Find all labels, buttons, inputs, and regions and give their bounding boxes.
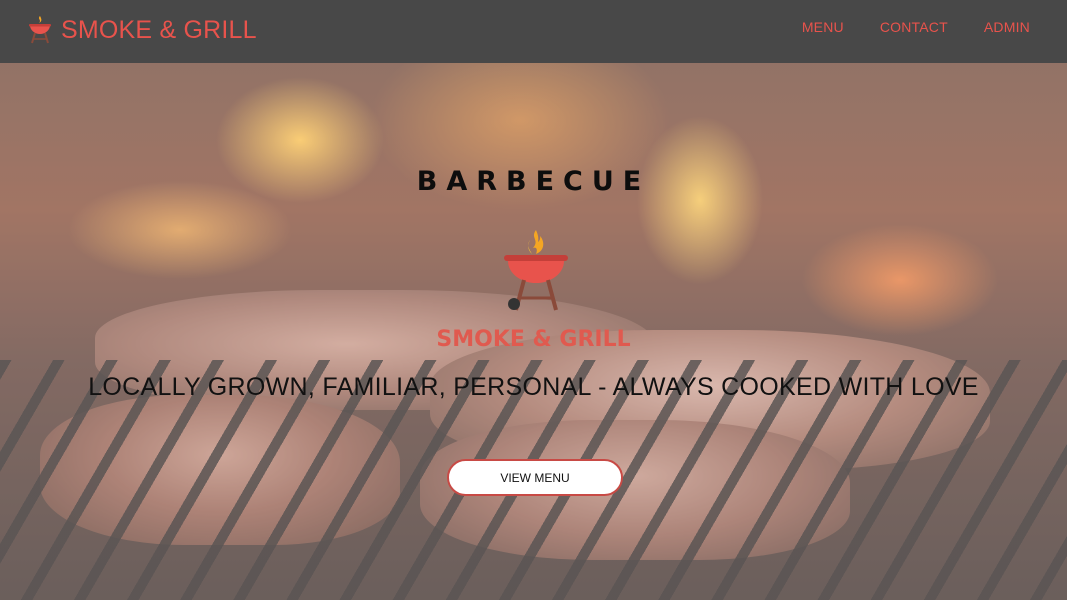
hero-tagline: LOCALLY GROWN, FAMILIAR, PERSONAL - ALWA…: [88, 373, 979, 401]
nav-links: MENU CONTACT ADMIN: [802, 19, 1030, 35]
hero-brand-name: SMOKE & GRILL: [436, 327, 631, 352]
nav-link-menu[interactable]: MENU: [802, 19, 844, 35]
hero-kicker: BARBECUE: [416, 166, 651, 197]
nav-link-admin[interactable]: ADMIN: [984, 19, 1030, 35]
brand-name: SMOKE & GRILL: [61, 15, 257, 44]
hero-section: BARBECUE SMOKE & GRILL LOCALLY GROWN, FA…: [0, 0, 1067, 600]
brand-home-link[interactable]: SMOKE & GRILL: [27, 8, 257, 52]
bbq-grill-icon: [29, 16, 51, 44]
navbar: SMOKE & GRILL MENU CONTACT ADMIN: [0, 0, 1067, 63]
bbq-grill-flame-icon: [504, 230, 568, 311]
nav-link-contact[interactable]: CONTACT: [880, 19, 948, 35]
view-menu-button[interactable]: VIEW MENU: [447, 459, 623, 496]
